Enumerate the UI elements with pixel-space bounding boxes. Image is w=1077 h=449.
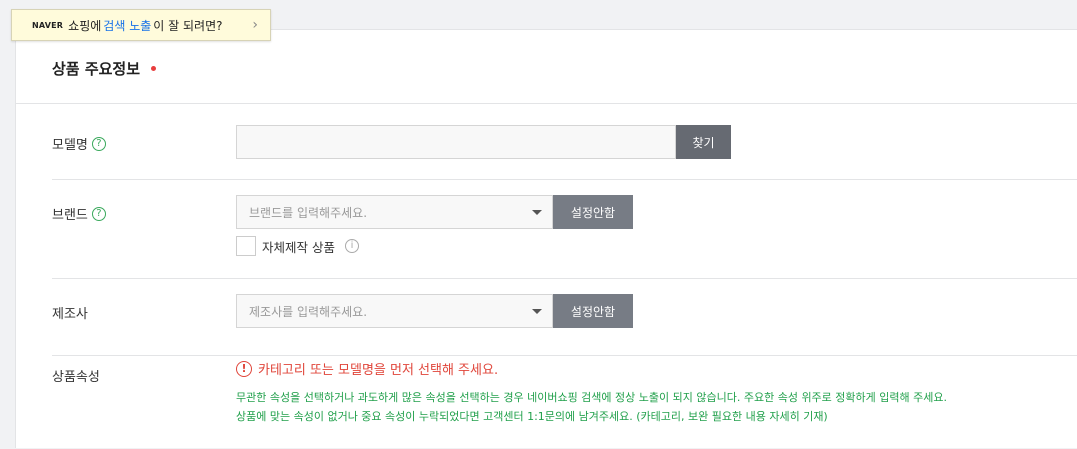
chevron-right-icon: › (252, 17, 258, 33)
section-title: 상품 주요정보 (52, 60, 141, 78)
attributes-label: 상품속성 (52, 370, 100, 385)
brand-label: 브랜드 ? (52, 204, 106, 223)
own-production-option[interactable]: 자체제작 상품 i (236, 236, 359, 256)
attributes-warning: ! 카테고리 또는 모델명을 먼저 선택해 주세요. (236, 359, 498, 378)
info-icon[interactable]: i (344, 239, 359, 253)
attributes-guide: 무관한 속성을 선택하거나 과도하게 많은 속성을 선택하는 경우 네이버쇼핑 … (236, 388, 1076, 426)
banner-highlight: 검색 노출 (103, 18, 152, 33)
maker-select[interactable]: 제조사를 입력해주세요. (236, 294, 553, 328)
brand-placeholder: 브랜드를 입력해주세요. (249, 205, 368, 220)
maker-row: 제조사 제조사를 입력해주세요. 설정안함 (52, 279, 1077, 356)
attributes-warning-text: 카테고리 또는 모델명을 먼저 선택해 주세요. (258, 363, 499, 378)
model-help-icon[interactable]: ? (91, 136, 106, 151)
required-dot-icon (151, 66, 156, 71)
caret-down-icon (532, 309, 542, 314)
model-row: 모델명 ? 찾기 (52, 104, 1077, 180)
model-label-text: 모델명 (52, 138, 88, 153)
banner-text-before: 쇼핑에 (68, 18, 102, 33)
main-info-panel: 상품 주요정보 모델명 ? 찾기 브랜드 ? 브랜드를 입력해주세요. 설정안함… (15, 29, 1077, 448)
maker-placeholder: 제조사를 입력해주세요. (249, 304, 368, 319)
caret-down-icon (532, 210, 542, 215)
maker-none-button[interactable]: 설정안함 (553, 294, 633, 328)
guide-line-1: 무관한 속성을 선택하거나 과도하게 많은 속성을 선택하는 경우 네이버쇼핑 … (236, 391, 947, 404)
banner-text-after: 이 잘 되려면? (153, 18, 223, 33)
guide-line-2: 상품에 맞는 속성이 없거나 중요 속성이 누락되었다면 고객센터 1:1문의에… (236, 410, 828, 423)
search-exposure-banner[interactable]: NAVER 쇼핑에 검색 노출 이 잘 되려면? › (11, 9, 271, 41)
model-label: 모델명 ? (52, 134, 106, 153)
brand-help-icon[interactable]: ? (91, 206, 106, 221)
model-find-button[interactable]: 찾기 (676, 125, 731, 159)
naver-logo: NAVER (32, 20, 64, 30)
attributes-row: 상품속성 ! 카테고리 또는 모델명을 먼저 선택해 주세요. 무관한 속성을 … (52, 356, 1077, 449)
warning-icon: ! (236, 360, 252, 377)
maker-label: 제조사 (52, 307, 88, 322)
own-production-label: 자체제작 상품 (262, 239, 335, 255)
own-production-checkbox[interactable] (236, 236, 256, 256)
brand-row: 브랜드 ? 브랜드를 입력해주세요. 설정안함 자체제작 상품 i (52, 180, 1077, 279)
brand-select[interactable]: 브랜드를 입력해주세요. (236, 195, 553, 229)
section-header: 상품 주요정보 (16, 30, 1077, 104)
brand-none-button[interactable]: 설정안함 (553, 195, 633, 229)
model-input[interactable] (236, 125, 676, 159)
brand-label-text: 브랜드 (52, 208, 88, 223)
